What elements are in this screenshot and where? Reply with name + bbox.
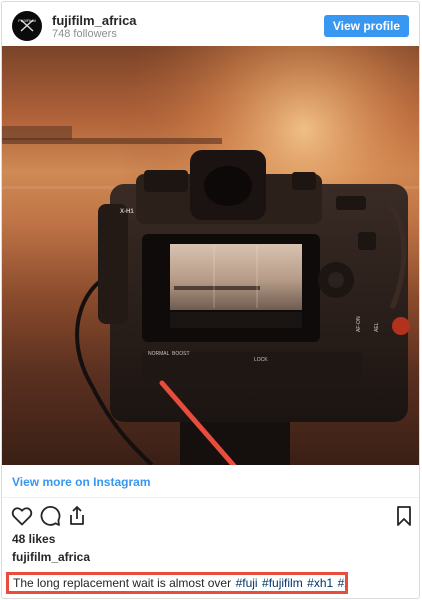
view-profile-button[interactable]: View profile: [323, 15, 409, 37]
post-header: FUJIFILM fujifilm_africa 748 followers V…: [2, 2, 419, 46]
post-photo[interactable]: X-H1 NORMAL BOOST LOCK AF-ON AEL: [2, 46, 419, 465]
avatar[interactable]: FUJIFILM: [12, 11, 42, 41]
camera-boost-label: BOOST: [172, 351, 190, 357]
instagram-embed-card: FUJIFILM fujifilm_africa 748 followers V…: [1, 1, 420, 599]
comment-icon[interactable]: [38, 504, 62, 528]
camera-lock-label: LOCK: [254, 357, 268, 363]
camera-ael-label: AEL: [374, 322, 380, 332]
caption-highlight-box: The long replacement wait is almost over…: [6, 572, 348, 594]
view-more-link[interactable]: View more on Instagram: [12, 475, 151, 489]
camera-photo-scene: X-H1 NORMAL BOOST LOCK AF-ON AEL: [2, 46, 419, 465]
camera-model-label: X-H1: [120, 209, 134, 215]
follower-count: 748 followers: [52, 28, 117, 40]
hashtag-link[interactable]: #fuji: [236, 576, 258, 590]
like-count[interactable]: 48 likes: [12, 532, 55, 546]
caption-username[interactable]: fujifilm_africa: [12, 550, 90, 564]
avatar-logo-text: FUJIFILM: [18, 18, 36, 23]
caption-text: The long replacement wait is almost over: [13, 576, 232, 590]
bookmark-icon[interactable]: [392, 504, 416, 528]
hashtag-link[interactable]: #fujifilm: [262, 576, 303, 590]
camera-afon-label: AF-ON: [356, 316, 362, 332]
profile-username[interactable]: fujifilm_africa: [52, 13, 137, 28]
hashtag-link[interactable]: #xh2: [338, 576, 345, 590]
share-icon[interactable]: [65, 504, 89, 528]
fujifilm-logo-icon: FUJIFILM: [18, 18, 36, 32]
action-bar: [2, 504, 419, 528]
heart-icon[interactable]: [10, 504, 34, 528]
hashtag-link[interactable]: #xh1: [307, 576, 333, 590]
divider: [2, 497, 419, 498]
camera-normal-label: NORMAL: [148, 351, 170, 357]
